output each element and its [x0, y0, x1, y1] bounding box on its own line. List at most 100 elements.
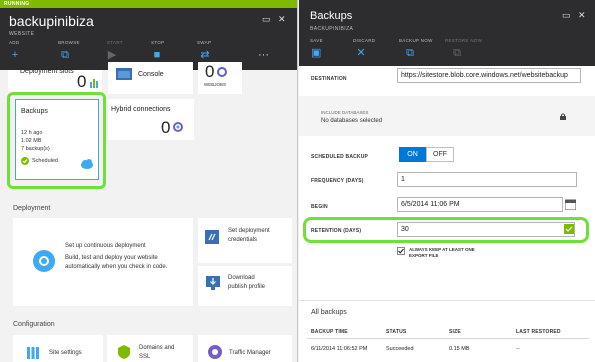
- settings-icon: [27, 347, 39, 359]
- set-credentials-line2: credentials: [228, 237, 258, 243]
- webjobs-icon: [217, 67, 227, 77]
- domains-line1: Domains and: [139, 345, 175, 351]
- discard-icon[interactable]: ✕: [356, 48, 366, 59]
- backup-now-icon[interactable]: ⧉: [405, 48, 415, 59]
- browse-icon[interactable]: ⧉: [60, 50, 70, 61]
- begin-field[interactable]: 6/5/2014 11:06 PM: [397, 197, 563, 212]
- deployment-section-header: Deployment: [13, 205, 51, 212]
- traffic-manager-label: Traffic Manager: [229, 350, 271, 356]
- toolbar-backup-now-label: BACKUP NOW: [399, 38, 433, 43]
- restore-icon[interactable]: ▭: [562, 10, 571, 21]
- toolbar-discard-label: DISCARD: [353, 38, 376, 43]
- traffic-manager-tile[interactable]: Traffic Manager: [198, 335, 292, 362]
- webjobs-count: 0: [205, 62, 215, 81]
- toolbar-save-label: SAVE: [310, 38, 323, 43]
- deployment-slots-tile[interactable]: Deployment slots 0: [8, 68, 102, 94]
- continuous-deployment-tile[interactable]: Set up continuous deployment Build, test…: [13, 218, 193, 306]
- toolbar-browse-label: BROWSE: [58, 40, 80, 45]
- toolbar-stop-label: STOP: [151, 40, 165, 45]
- deployment-slots-count: 0: [77, 72, 87, 91]
- website-blade: RUNNING backupinibiza WEBSITE ▭ ✕ ADD BR…: [0, 0, 298, 362]
- hybrid-icon: [173, 122, 183, 132]
- destination-field[interactable]: https://sitestore.blob.core.windows.net/…: [397, 68, 581, 83]
- include-databases-row[interactable]: INCLUDE DATABASES No databases selected: [299, 96, 595, 136]
- running-status-bar: RUNNING: [0, 0, 297, 8]
- hybrid-connections-count: 0: [161, 118, 171, 137]
- save-icon[interactable]: ▣: [311, 48, 321, 59]
- backups-blade-subtitle: BACKUPINIBIZA: [310, 26, 354, 32]
- continuous-deployment-title: Set up continuous deployment: [65, 243, 146, 249]
- toolbar-start-label: START: [107, 40, 123, 45]
- scheduled-backup-label: SCHEDULED BACKUP: [311, 154, 369, 160]
- table-row[interactable]: 6/11/2014 11:06:52 PM Succeeded 0.15 MB …: [299, 340, 595, 358]
- credentials-icon: [205, 230, 219, 244]
- swap-icon[interactable]: ⇄: [200, 50, 210, 61]
- col-backup-time: BACKUP TIME: [311, 329, 348, 335]
- toggle-off-button[interactable]: OFF: [426, 147, 454, 162]
- retention-highlight: [303, 217, 589, 243]
- website-title: backupinibiza: [9, 13, 94, 29]
- calendar-icon[interactable]: [565, 199, 576, 210]
- console-icon: [116, 68, 132, 80]
- backups-blade-header: Backups BACKUPINIBIZA ▭ ✕ SAVE DISCARD B…: [299, 0, 595, 66]
- restore-now-icon[interactable]: ⧉: [452, 48, 462, 59]
- download-profile-line2: publish profile: [228, 284, 266, 290]
- frequency-field[interactable]: 1: [397, 172, 577, 187]
- set-credentials-line1: Set deployment: [228, 228, 270, 234]
- console-label: Console: [138, 71, 164, 78]
- divider: [299, 300, 595, 301]
- website-subtitle: WEBSITE: [9, 31, 35, 37]
- always-keep-line1: ALWAYS KEEP AT LEAST ONE: [409, 247, 475, 252]
- hybrid-connections-tile[interactable]: Hybrid connections 0: [108, 99, 194, 140]
- close-icon[interactable]: ✕: [278, 14, 286, 25]
- traffic-manager-icon: [208, 345, 222, 359]
- site-settings-label: Site settings: [49, 350, 82, 356]
- close-icon[interactable]: ✕: [578, 10, 586, 21]
- slots-icon: [90, 79, 98, 88]
- configuration-section-header: Configuration: [13, 321, 55, 328]
- frequency-label: FREQUENCY (DAYS): [311, 178, 364, 184]
- domains-ssl-tile[interactable]: Domains and SSL: [107, 335, 193, 362]
- row-backup-time: 6/11/2014 11:06:52 PM: [311, 346, 368, 352]
- console-tile[interactable]: Console: [108, 62, 193, 94]
- toolbar-swap-label: SWAP: [197, 40, 212, 45]
- start-icon[interactable]: ▶: [107, 50, 117, 61]
- download-icon: [206, 276, 220, 290]
- site-settings-tile[interactable]: Site settings: [13, 335, 103, 362]
- download-profile-line1: Download: [228, 275, 255, 281]
- toggle-on-button[interactable]: ON: [399, 147, 426, 162]
- col-last-restored: LAST RESTORED: [516, 329, 561, 335]
- all-backups-header: All backups: [311, 309, 347, 316]
- set-credentials-tile[interactable]: Set deployment credentials: [198, 218, 292, 263]
- webjobs-tile[interactable]: 0 WEBJOBS: [198, 62, 242, 94]
- include-databases-value: No databases selected: [321, 118, 383, 124]
- continuous-deployment-desc1: Build, test and deploy your website: [65, 255, 158, 261]
- stop-icon[interactable]: ■: [152, 50, 162, 61]
- row-last-restored: --: [516, 346, 520, 352]
- add-icon[interactable]: +: [10, 50, 20, 61]
- azure-portal: RUNNING backupinibiza WEBSITE ▭ ✕ ADD BR…: [0, 0, 595, 362]
- row-status: Succeeded: [386, 346, 414, 352]
- restore-icon[interactable]: ▭: [262, 14, 271, 25]
- always-keep-checkbox[interactable]: [397, 247, 405, 255]
- backups-blade: Backups BACKUPINIBIZA ▭ ✕ SAVE DISCARD B…: [299, 0, 595, 362]
- toolbar-restore-now-label: RESTORE NOW: [445, 38, 483, 43]
- more-icon[interactable]: ···: [258, 50, 269, 61]
- lock-icon: [560, 113, 566, 120]
- deployment-slots-label: Deployment slots: [20, 68, 74, 75]
- continuous-deployment-icon: [33, 250, 55, 272]
- domains-line2: SSL: [139, 354, 151, 360]
- col-status: STATUS: [386, 329, 407, 335]
- download-profile-tile[interactable]: Download publish profile: [198, 266, 292, 306]
- backups-blade-title: Backups: [310, 10, 353, 22]
- always-keep-line2: EXPORT FILE: [409, 253, 439, 258]
- include-databases-label: INCLUDE DATABASES: [321, 110, 369, 115]
- table-header-divider: [307, 338, 589, 339]
- hybrid-connections-label: Hybrid connections: [111, 106, 171, 113]
- shield-icon: [118, 345, 130, 359]
- webjobs-label: WEBJOBS: [204, 82, 227, 87]
- website-blade-header: backupinibiza WEBSITE ▭ ✕ ADD BROWSE STA…: [0, 8, 297, 70]
- toolbar-add-label: ADD: [9, 40, 20, 45]
- destination-label: DESTINATION: [311, 76, 347, 82]
- row-size: 0.15 MB: [449, 346, 470, 352]
